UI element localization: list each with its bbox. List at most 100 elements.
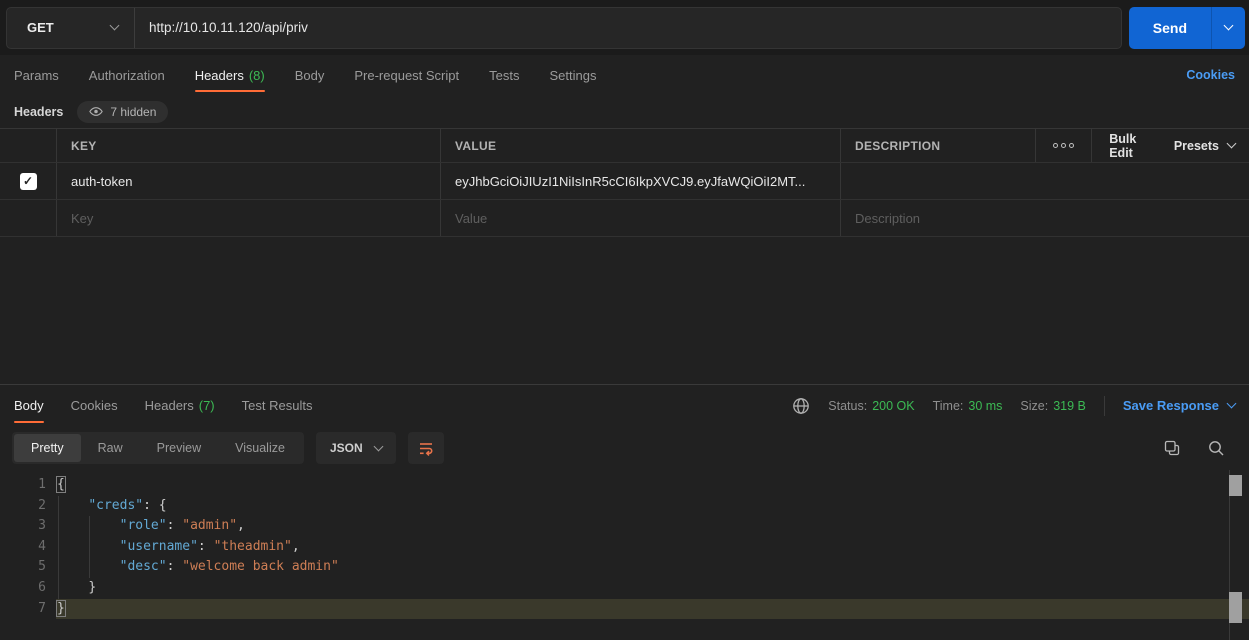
view-pretty[interactable]: Pretty bbox=[14, 434, 81, 462]
request-url-row: GET http://10.10.11.120/api/priv Send bbox=[0, 0, 1249, 55]
response-section: Body Cookies Headers (7) Test Results St… bbox=[0, 384, 1249, 640]
code-line-2: 2 "creds": { bbox=[0, 496, 1249, 517]
response-headers-count-badge: (7) bbox=[199, 398, 215, 413]
time-value: 30 ms bbox=[968, 399, 1002, 413]
divider bbox=[1104, 396, 1105, 416]
line-number: 6 bbox=[0, 578, 46, 599]
headers-subheader: Headers 7 hidden bbox=[0, 95, 1249, 128]
header-checkbox-cell bbox=[0, 129, 56, 162]
globe-icon[interactable] bbox=[792, 397, 810, 415]
headers-section-title: Headers bbox=[14, 105, 63, 119]
indent-guide bbox=[89, 516, 90, 578]
method-select[interactable]: GET bbox=[7, 8, 135, 48]
key-input-placeholder[interactable]: Key bbox=[56, 200, 440, 236]
headers-table: KEY VALUE DESCRIPTION Bulk Edit Presets … bbox=[0, 128, 1249, 237]
row-checkbox-cell: ✓ bbox=[0, 163, 56, 199]
table-row: ✓ auth-token eyJhbGciOiJIUzI1NiIsInR5cCI… bbox=[0, 163, 1249, 200]
tab-headers[interactable]: Headers (8) bbox=[195, 55, 265, 95]
tab-body[interactable]: Body bbox=[295, 55, 325, 95]
view-switcher: Pretty Raw Preview Visualize bbox=[12, 432, 304, 464]
check-icon: ✓ bbox=[23, 174, 33, 188]
request-input-group: GET http://10.10.11.120/api/priv bbox=[6, 7, 1122, 49]
response-tab-headers[interactable]: Headers (7) bbox=[145, 385, 215, 426]
copy-button[interactable] bbox=[1163, 439, 1181, 457]
line-number: 4 bbox=[0, 537, 46, 558]
chevron-down-icon bbox=[110, 21, 120, 31]
response-tab-body[interactable]: Body bbox=[14, 385, 44, 426]
chevron-down-icon bbox=[1227, 139, 1237, 149]
response-tab-test-results[interactable]: Test Results bbox=[242, 385, 313, 426]
request-tabs: Params Authorization Headers (8) Body Pr… bbox=[0, 55, 1249, 95]
bulk-edit-button[interactable]: Bulk Edit bbox=[1091, 132, 1160, 160]
status-value: 200 OK bbox=[872, 399, 914, 413]
view-raw[interactable]: Raw bbox=[81, 434, 140, 462]
code-line-7: 7} bbox=[0, 599, 1249, 620]
hidden-headers-label: 7 hidden bbox=[110, 105, 156, 119]
tab-pre-request-script[interactable]: Pre-request Script bbox=[354, 55, 459, 95]
response-tabs: Body Cookies Headers (7) Test Results St… bbox=[0, 385, 1249, 426]
wrap-lines-button[interactable] bbox=[408, 432, 444, 464]
search-button[interactable] bbox=[1207, 439, 1225, 457]
send-button-group: Send bbox=[1129, 7, 1245, 49]
view-visualize[interactable]: Visualize bbox=[218, 434, 302, 462]
line-number: 1 bbox=[0, 475, 46, 496]
code-line-6: 6 } bbox=[0, 578, 1249, 599]
row-checkbox-checked[interactable]: ✓ bbox=[20, 173, 37, 190]
send-button[interactable]: Send bbox=[1129, 7, 1211, 49]
table-header-row: KEY VALUE DESCRIPTION Bulk Edit Presets bbox=[0, 129, 1249, 163]
eye-icon bbox=[89, 106, 103, 117]
search-icon bbox=[1207, 439, 1225, 457]
response-tab-cookies[interactable]: Cookies bbox=[71, 385, 118, 426]
code-line-4: 4 "username": "theadmin", bbox=[0, 537, 1249, 558]
headers-count-badge: (8) bbox=[249, 68, 265, 83]
presets-dropdown[interactable]: Presets bbox=[1160, 139, 1249, 153]
url-text: http://10.10.11.120/api/priv bbox=[149, 20, 308, 35]
line-number: 5 bbox=[0, 557, 46, 578]
response-body-actions bbox=[1163, 439, 1237, 457]
method-label: GET bbox=[27, 20, 54, 35]
row-checkbox-cell bbox=[0, 200, 56, 236]
send-options-button[interactable] bbox=[1211, 7, 1245, 49]
size-value: 319 B bbox=[1053, 399, 1086, 413]
tab-params[interactable]: Params bbox=[14, 55, 59, 95]
value-input-placeholder[interactable]: Value bbox=[440, 200, 840, 236]
line-number: 7 bbox=[0, 599, 46, 620]
chevron-down-icon bbox=[1227, 399, 1237, 409]
response-meta: Status: 200 OK Time: 30 ms Size: 319 B S… bbox=[792, 396, 1235, 416]
column-header-value: VALUE bbox=[440, 129, 840, 162]
code-line-1: 1{ bbox=[0, 475, 1249, 496]
empty-area bbox=[0, 237, 1249, 384]
view-preview[interactable]: Preview bbox=[140, 434, 218, 462]
response-body-viewer[interactable]: 1{2 "creds": {3 "role": "admin",4 "usern… bbox=[0, 470, 1249, 640]
chevron-down-icon bbox=[373, 441, 383, 451]
indent-guide bbox=[58, 496, 59, 599]
description-input-placeholder[interactable]: Description bbox=[840, 200, 1249, 236]
line-number: 3 bbox=[0, 516, 46, 537]
copy-icon bbox=[1163, 439, 1181, 457]
format-dropdown[interactable]: JSON bbox=[316, 432, 396, 464]
cookies-link[interactable]: Cookies bbox=[1186, 68, 1235, 82]
header-key-value[interactable]: auth-token bbox=[56, 163, 440, 199]
header-description-value[interactable] bbox=[840, 163, 1249, 199]
tab-authorization[interactable]: Authorization bbox=[89, 55, 165, 95]
scrollbar-thumb[interactable] bbox=[1229, 475, 1242, 496]
tab-settings[interactable]: Settings bbox=[549, 55, 596, 95]
more-options-icon[interactable] bbox=[1036, 143, 1091, 148]
scrollbar-thumb[interactable] bbox=[1229, 592, 1242, 623]
wrap-text-icon bbox=[417, 439, 435, 457]
size-indicator: Size: 319 B bbox=[1020, 399, 1085, 413]
line-number: 2 bbox=[0, 496, 46, 517]
header-token-value[interactable]: eyJhbGciOiJIUzI1NiIsInR5cCI6IkpXVCJ9.eyJ… bbox=[440, 163, 840, 199]
code-line-3: 3 "role": "admin", bbox=[0, 516, 1249, 537]
url-input[interactable]: http://10.10.11.120/api/priv bbox=[135, 8, 1121, 48]
column-header-description: DESCRIPTION bbox=[840, 129, 1035, 162]
hidden-headers-toggle[interactable]: 7 hidden bbox=[77, 101, 168, 123]
chevron-down-icon bbox=[1224, 21, 1234, 31]
column-header-key: KEY bbox=[56, 129, 440, 162]
code-lines: 1{2 "creds": {3 "role": "admin",4 "usern… bbox=[0, 475, 1249, 619]
status-indicator: Status: 200 OK bbox=[828, 399, 914, 413]
tab-tests[interactable]: Tests bbox=[489, 55, 519, 95]
table-row-empty: Key Value Description bbox=[0, 200, 1249, 237]
code-line-5: 5 "desc": "welcome back admin" bbox=[0, 557, 1249, 578]
save-response-dropdown[interactable]: Save Response bbox=[1123, 398, 1235, 413]
